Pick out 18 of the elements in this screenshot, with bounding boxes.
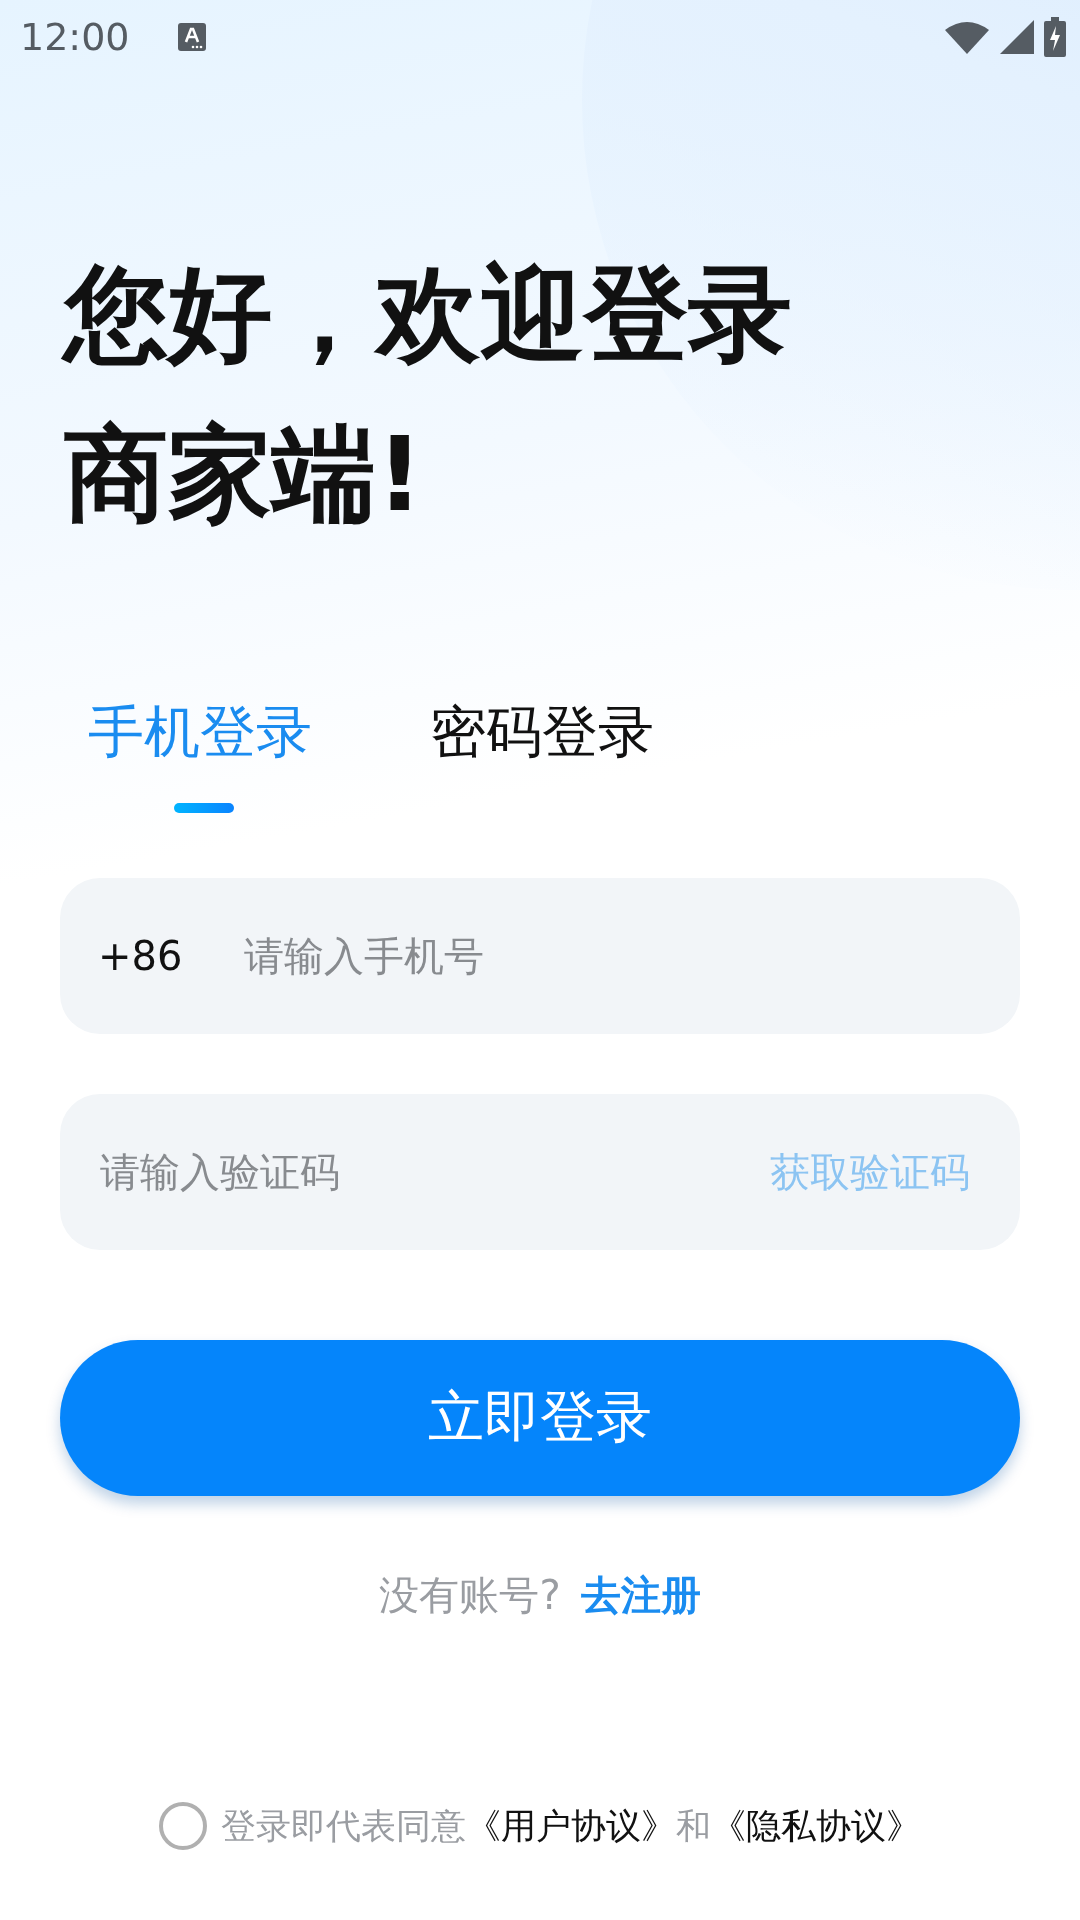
keyboard-a-icon: [177, 23, 206, 51]
no-account-text: 没有账号?: [379, 1571, 561, 1620]
phone-input-field[interactable]: +86 请输入手机号: [60, 878, 1020, 1034]
tab-indicator: [174, 803, 234, 813]
wifi-icon: [944, 20, 990, 54]
welcome-heading: 商家端!: [64, 412, 425, 537]
login-button[interactable]: 立即登录: [60, 1340, 1020, 1496]
login-tab[interactable]: 密码登录: [430, 692, 654, 772]
code-input[interactable]: 请输入验证码: [98, 1141, 770, 1203]
agreement-link[interactable]: 《隐私协议》: [711, 1805, 921, 1846]
agreement-link[interactable]: 《用户协议》: [466, 1805, 676, 1846]
signal-icon: [1000, 20, 1034, 54]
country-code[interactable]: +86: [98, 933, 242, 979]
battery-charging-icon: [1044, 17, 1066, 57]
phone-input[interactable]: 请输入手机号: [242, 932, 1020, 980]
agreement-checkbox[interactable]: [159, 1802, 207, 1850]
status-time: 12:00: [20, 15, 130, 59]
agreement-text: 登录即代表同意《用户协议》和《隐私协议》: [221, 1804, 921, 1848]
